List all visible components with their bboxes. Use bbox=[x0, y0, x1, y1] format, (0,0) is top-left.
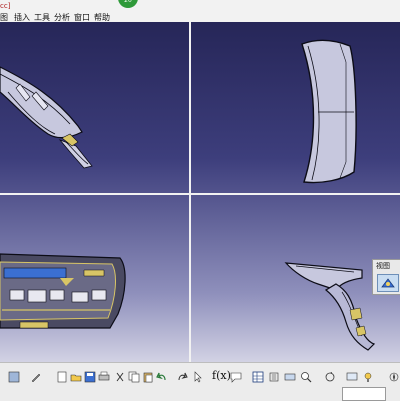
menu-bar: cc] 20 图 插入 工具 分析 窗口 帮助 bbox=[0, 0, 400, 23]
view-normal-icon bbox=[381, 278, 395, 288]
part-top-left bbox=[0, 66, 93, 169]
rotate-icon[interactable] bbox=[324, 371, 336, 383]
view-icon[interactable] bbox=[8, 371, 20, 383]
print-icon[interactable] bbox=[98, 371, 110, 383]
new-file-icon[interactable] bbox=[56, 371, 68, 383]
command-field[interactable] bbox=[342, 387, 386, 401]
light-icon[interactable] bbox=[362, 371, 374, 383]
undo-icon[interactable] bbox=[156, 371, 168, 383]
notification-badge[interactable]: 20 bbox=[118, 0, 138, 8]
save-icon[interactable] bbox=[84, 371, 96, 383]
copy-icon[interactable] bbox=[128, 371, 140, 383]
help-icon[interactable] bbox=[192, 371, 204, 383]
measure-icon[interactable] bbox=[284, 371, 296, 383]
views-toolbar[interactable]: 视图 bbox=[372, 259, 400, 295]
views-toolbar-title: 视图 bbox=[376, 262, 390, 270]
bottom-toolbar: f(x) bbox=[0, 362, 400, 401]
window-title-fragment: cc] bbox=[0, 2, 11, 10]
formula-icon[interactable]: f(x) bbox=[212, 369, 231, 382]
zoom-icon[interactable] bbox=[300, 371, 312, 383]
part-bottom-right bbox=[284, 262, 376, 351]
pencil-icon[interactable] bbox=[30, 371, 42, 383]
part-drawings bbox=[0, 39, 376, 351]
display-settings-icon[interactable] bbox=[346, 371, 358, 383]
open-file-icon[interactable] bbox=[70, 371, 82, 383]
cut-icon[interactable] bbox=[114, 371, 126, 383]
comment-icon[interactable] bbox=[230, 371, 242, 383]
cad-viewport[interactable]: 视图 bbox=[0, 22, 400, 362]
redo-icon[interactable] bbox=[176, 371, 188, 383]
paste-icon[interactable] bbox=[142, 371, 154, 383]
part-top-right bbox=[301, 39, 357, 184]
part-bottom-left bbox=[0, 253, 126, 329]
view-normal-button[interactable] bbox=[377, 274, 399, 292]
table-icon[interactable] bbox=[252, 371, 264, 383]
compass-icon[interactable] bbox=[388, 371, 400, 383]
catalog-icon[interactable] bbox=[268, 371, 280, 383]
